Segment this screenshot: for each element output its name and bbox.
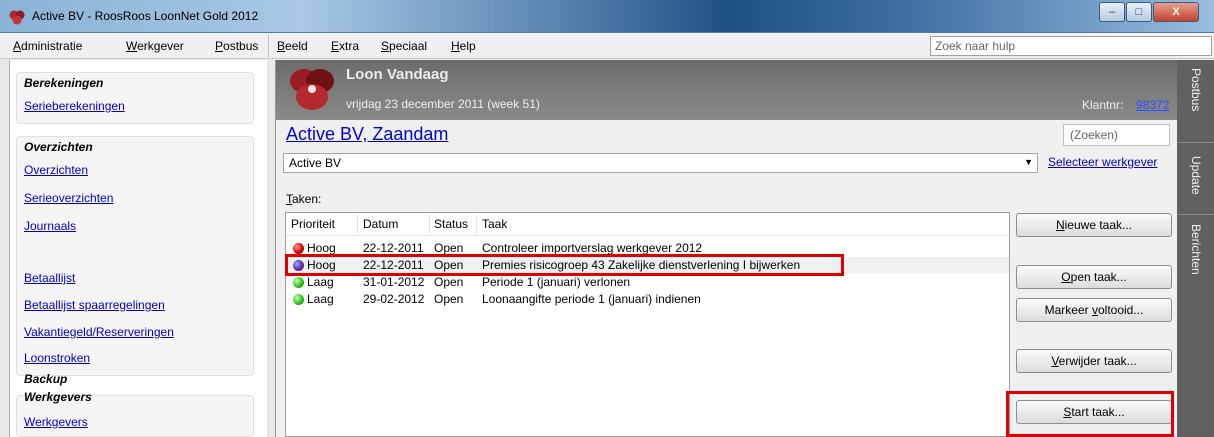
highlight-box-selected-task bbox=[285, 254, 844, 276]
maximize-button[interactable]: □ bbox=[1126, 2, 1152, 22]
nav-link-serieoverzichten[interactable]: Serieoverzichten bbox=[24, 191, 113, 205]
task-description: Controleer importverslag werkgever 2012 bbox=[482, 241, 703, 255]
task-priority: Laag bbox=[307, 292, 334, 306]
minimize-button[interactable]: – bbox=[1099, 2, 1125, 22]
nav-link-loonstroken[interactable]: Loonstroken bbox=[24, 351, 90, 365]
klant-number-link[interactable]: 98372 bbox=[1136, 98, 1169, 112]
employer-select[interactable]: Active BV ▼ bbox=[283, 153, 1038, 173]
menu-bar: Administratie Werkgever Postbus Beeld Ex… bbox=[0, 33, 1214, 59]
left-navigation: Berekeningen Serieberekeningen Overzicht… bbox=[9, 60, 267, 437]
app-logo-icon bbox=[9, 10, 25, 25]
roosroos-logo-icon bbox=[290, 69, 334, 110]
column-divider bbox=[357, 215, 358, 234]
help-search-input[interactable]: Zoek naar hulp bbox=[930, 36, 1212, 56]
window-title: Active BV - RoosRoos LoonNet Gold 2012 bbox=[32, 9, 259, 23]
task-row[interactable]: Laag 31-01-2012 Open Periode 1 (januari)… bbox=[286, 274, 1009, 291]
column-header-status[interactable]: Status bbox=[434, 217, 468, 231]
task-description: Periode 1 (januari) verlonen bbox=[482, 275, 631, 289]
highlight-box-start-task bbox=[1006, 391, 1174, 437]
employer-select-value: Active BV bbox=[289, 156, 342, 170]
menu-extra[interactable]: Extra bbox=[331, 39, 359, 53]
menu-beeld[interactable]: Beeld bbox=[277, 39, 308, 53]
nav-link-serieberekeningen[interactable]: Serieberekeningen bbox=[24, 99, 125, 113]
nav-group-title-werkgevers: Werkgevers bbox=[24, 390, 92, 404]
klant-label: Klantnr: bbox=[1082, 98, 1124, 112]
window-titlebar: Active BV - RoosRoos LoonNet Gold 2012 –… bbox=[0, 0, 1214, 33]
tasks-label: Taken: bbox=[286, 192, 322, 206]
open-task-button[interactable]: Open taak... bbox=[1016, 265, 1172, 289]
menu-werkgever[interactable]: Werkgever bbox=[126, 39, 184, 53]
tab-berichten[interactable]: Berichten bbox=[1177, 224, 1214, 304]
tab-divider bbox=[1177, 142, 1214, 143]
nav-group-title-backup: Backup bbox=[24, 372, 68, 386]
right-side-tabs: Postbus Update Berichten bbox=[1177, 60, 1214, 437]
menu-separator bbox=[268, 35, 269, 57]
minimize-icon: – bbox=[1108, 6, 1116, 18]
task-date: 31-01-2012 bbox=[363, 275, 425, 289]
nav-link-journaals[interactable]: Journaals bbox=[24, 219, 76, 233]
task-description: Loonaangifte periode 1 (januari) indiene… bbox=[482, 292, 701, 306]
page-date: vrijdag 23 december 2011 (week 51) bbox=[346, 97, 540, 111]
nav-group-title-overzichten: Overzichten bbox=[24, 140, 93, 154]
menu-postbus[interactable]: Postbus bbox=[215, 39, 258, 53]
chevron-down-icon: ▼ bbox=[1024, 157, 1033, 167]
nav-link-betaallijst[interactable]: Betaallijst bbox=[24, 271, 75, 285]
task-date: 22-12-2011 bbox=[363, 241, 424, 255]
company-title-link[interactable]: Active BV, Zaandam bbox=[286, 124, 448, 145]
nav-group-title-berekeningen: Berekeningen bbox=[24, 76, 104, 90]
mark-complete-button[interactable]: Markeer voltooid... bbox=[1016, 298, 1172, 322]
menu-administratie[interactable]: Administratie bbox=[13, 39, 82, 53]
delete-task-button[interactable]: Verwijder taak... bbox=[1016, 349, 1172, 373]
column-header-prioriteit[interactable]: Prioriteit bbox=[291, 217, 335, 231]
menu-help[interactable]: Help bbox=[451, 39, 476, 53]
close-button[interactable]: X bbox=[1153, 2, 1199, 22]
task-status: Open bbox=[434, 241, 464, 255]
menu-speciaal[interactable]: Speciaal bbox=[381, 39, 427, 53]
maximize-icon: □ bbox=[1135, 6, 1143, 18]
task-date: 29-02-2012 bbox=[363, 292, 425, 306]
page-title: Loon Vandaag bbox=[346, 66, 449, 83]
task-status: Open bbox=[434, 275, 464, 289]
nav-link-werkgevers[interactable]: Werkgevers bbox=[24, 415, 88, 429]
column-divider bbox=[429, 215, 430, 234]
task-status: Open bbox=[434, 292, 464, 306]
nav-link-vakantiegeld[interactable]: Vakantiegeld/Reserveringen bbox=[24, 325, 174, 339]
tab-postbus[interactable]: Postbus bbox=[1177, 68, 1214, 138]
main-panel: Loon Vandaag vrijdag 23 december 2011 (w… bbox=[275, 60, 1178, 437]
nav-link-overzichten[interactable]: Overzichten bbox=[24, 163, 88, 177]
priority-high-icon bbox=[293, 243, 304, 254]
company-search-input[interactable]: (Zoeken) bbox=[1063, 124, 1170, 146]
task-row[interactable]: Laag 29-02-2012 Open Loonaangifte period… bbox=[286, 291, 1009, 308]
tab-update[interactable]: Update bbox=[1177, 156, 1214, 226]
task-priority: Laag bbox=[307, 275, 334, 289]
task-list[interactable]: Prioriteit Datum Status Taak Hoog 22-12-… bbox=[285, 212, 1010, 437]
column-header-datum[interactable]: Datum bbox=[363, 217, 398, 231]
column-divider bbox=[476, 215, 477, 234]
tab-divider bbox=[1177, 214, 1214, 215]
page-header: Loon Vandaag vrijdag 23 december 2011 (w… bbox=[276, 60, 1178, 120]
priority-low-icon bbox=[293, 277, 304, 288]
priority-low-icon bbox=[293, 294, 304, 305]
task-priority: Hoog bbox=[307, 241, 336, 255]
close-icon: X bbox=[1172, 6, 1180, 18]
column-header-taak[interactable]: Taak bbox=[482, 217, 507, 231]
select-employer-link[interactable]: Selecteer werkgever bbox=[1048, 155, 1157, 169]
nav-link-betaallijst-spaarregelingen[interactable]: Betaallijst spaarregelingen bbox=[24, 298, 165, 312]
new-task-button[interactable]: Nieuwe taak... bbox=[1016, 213, 1172, 237]
header-divider bbox=[286, 235, 1009, 236]
